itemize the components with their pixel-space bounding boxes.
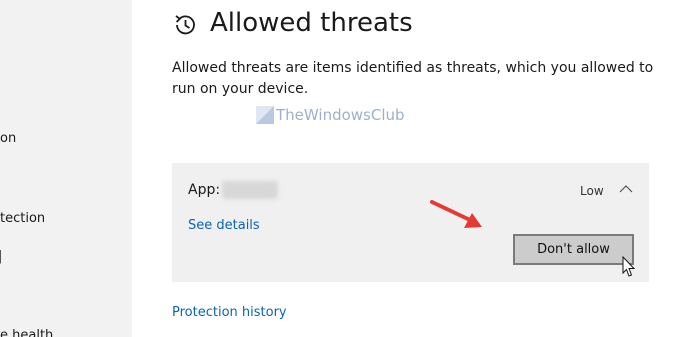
see-details-link[interactable]: See details [188, 218, 260, 233]
sidebar-item-health[interactable]: e health [0, 328, 53, 337]
allowed-threat-card[interactable]: App: Low See details Don't allow [172, 163, 649, 282]
sidebar-item-protection[interactable]: on [0, 131, 16, 146]
chevron-up-icon[interactable] [618, 182, 634, 196]
sidebar-item-partial[interactable]: | [0, 249, 2, 264]
protection-history-link[interactable]: Protection history [172, 305, 287, 320]
annotation-arrow-icon [430, 200, 482, 228]
sidebar: on tection | e health [0, 0, 132, 337]
history-clock-icon [175, 15, 195, 35]
windows-logo-icon [256, 106, 274, 124]
sidebar-item-protection-2[interactable]: tection [0, 211, 45, 226]
severity-badge: Low [580, 184, 604, 198]
watermark-text: TheWindowsClub [276, 106, 405, 124]
mouse-pointer-icon [622, 256, 636, 277]
page-description: Allowed threats are items identified as … [172, 60, 654, 97]
windows-security-window: on tection | e health Allowed threats Al… [0, 0, 700, 337]
dont-allow-button[interactable]: Don't allow [513, 234, 634, 265]
app-label: App: [188, 182, 221, 198]
page-title: Allowed threats [210, 8, 413, 38]
watermark: TheWindowsClub [256, 106, 405, 124]
app-name-redacted [222, 181, 278, 199]
